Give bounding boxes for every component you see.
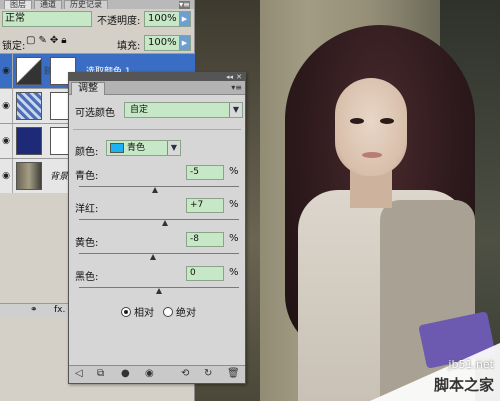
layer-thumbnail <box>16 162 42 190</box>
fx-button[interactable]: fx. <box>54 305 65 315</box>
watermark: jb51.net 脚本之家 <box>340 331 500 401</box>
adjustments-footer: ◁ ⧉ ● ◉ ⟲ ↻ 🗑︎ <box>69 365 245 383</box>
fill-label: 填充: <box>117 41 141 52</box>
opacity-value: 100% <box>148 13 177 24</box>
layer-thumbnail <box>16 127 42 155</box>
opacity-field[interactable]: 100% ▶ <box>144 11 191 27</box>
slider-label: 青色: <box>75 171 99 182</box>
slider-cyan: 青色: -5 % <box>69 165 247 201</box>
back-arrow-icon[interactable]: ◁ <box>75 368 83 379</box>
tab-layers[interactable]: 图层 <box>4 0 32 9</box>
slider-black: 黑色: 0 % <box>69 266 247 302</box>
delete-icon[interactable]: 🗑︎ <box>227 368 240 379</box>
chevron-down-icon[interactable]: ▼ <box>229 103 242 117</box>
lock-all-icon[interactable]: 🔒︎ <box>61 35 66 46</box>
close-icon[interactable]: ✕ <box>236 73 242 81</box>
slider-value-field[interactable]: 0 <box>186 266 224 281</box>
slider-magenta: 洋红: +7 % <box>69 198 247 234</box>
slider-value-field[interactable]: -8 <box>186 232 224 247</box>
opacity-label: 不透明度: <box>97 16 141 27</box>
adjustment-title: 可选颜色 <box>75 108 115 119</box>
visibility-eye-icon[interactable]: ◉ <box>145 368 154 379</box>
eye-icon[interactable]: ◉ <box>0 89 13 123</box>
preset-value: 自定 <box>130 105 149 115</box>
color-swatch <box>110 143 124 153</box>
watermark-text: 脚本之家 <box>433 376 494 394</box>
reset-icon[interactable]: ↻ <box>204 368 212 379</box>
colors-label: 颜色: <box>75 147 99 158</box>
slider-thumb[interactable] <box>161 220 168 226</box>
lock-label: 锁定: <box>2 41 26 52</box>
method-radio-group: 相对 绝对 <box>69 304 247 320</box>
layer-thumbnail <box>16 92 42 120</box>
divider <box>73 129 241 130</box>
chevron-down-icon[interactable]: ▶ <box>179 12 190 26</box>
slider-label: 黄色: <box>75 238 99 249</box>
panel-menu-icon[interactable]: ▾≡ <box>231 83 242 92</box>
slider-label: 洋红: <box>75 204 99 215</box>
collapse-icon[interactable]: ◂◂ <box>226 73 233 81</box>
slider-yellow: 黄色: -8 % <box>69 232 247 268</box>
chevron-down-icon[interactable]: ▶ <box>179 36 190 50</box>
photo-eye-right <box>380 118 394 124</box>
panel-menu-icon[interactable]: ▾≡ <box>179 1 190 9</box>
adjustment-layer-icon <box>16 57 42 85</box>
percent-unit: % <box>229 166 239 177</box>
photo-lips <box>362 152 382 158</box>
lock-transparent-icon[interactable]: ▢ <box>26 35 35 46</box>
percent-unit: % <box>229 199 239 210</box>
layers-panel-tabs: 图层 通道 历史记录 <box>0 0 194 9</box>
radio-absolute[interactable]: 绝对 <box>163 304 196 319</box>
expand-view-icon[interactable]: ⧉ <box>97 368 104 379</box>
radio-label: 绝对 <box>176 308 196 319</box>
layer-name: 背景 <box>50 172 69 182</box>
radio-dot[interactable] <box>121 306 131 317</box>
lock-icons: ▢ ✎ ✥ 🔒︎ <box>26 35 67 46</box>
photo-face <box>335 78 407 176</box>
tab-channels[interactable]: 通道 <box>34 0 62 9</box>
clip-to-layer-icon[interactable]: ● <box>121 368 130 379</box>
slider-value-field[interactable]: -5 <box>186 165 224 180</box>
link-layers-icon[interactable]: ⚭ <box>30 305 38 315</box>
adjustments-tabbar: 调整 ▾≡ <box>69 81 245 95</box>
slider-track[interactable] <box>79 253 239 254</box>
adjustments-titlebar[interactable]: ◂◂ ✕ <box>69 73 245 81</box>
eye-icon[interactable]: ◉ <box>0 124 13 158</box>
blend-mode-select[interactable]: 正常 <box>2 11 92 27</box>
slider-thumb[interactable] <box>156 288 162 294</box>
radio-label: 相对 <box>134 308 154 319</box>
slider-label: 黑色: <box>75 272 99 283</box>
previous-state-icon[interactable]: ⟲ <box>181 368 189 379</box>
percent-unit: % <box>229 267 239 278</box>
preset-select[interactable]: 自定 ▼ <box>124 102 243 118</box>
eye-icon[interactable]: ◉ <box>0 54 13 88</box>
radio-relative[interactable]: 相对 <box>121 304 154 319</box>
slider-thumb[interactable] <box>149 254 156 260</box>
photo-eye-left <box>350 118 364 124</box>
eye-icon[interactable]: ◉ <box>0 159 13 193</box>
percent-unit: % <box>229 233 239 244</box>
radio-dot[interactable] <box>163 306 173 317</box>
slider-thumb[interactable] <box>152 187 158 193</box>
slider-track[interactable] <box>79 186 239 187</box>
lock-move-icon[interactable]: ✥ <box>50 35 58 46</box>
slider-track[interactable] <box>79 219 239 220</box>
tab-adjustments[interactable]: 调整 <box>71 82 105 95</box>
colors-value: 青色 <box>127 143 146 153</box>
chevron-down-icon[interactable]: ▼ <box>167 141 180 155</box>
lock-paint-icon[interactable]: ✎ <box>38 35 46 46</box>
adjustments-panel: ◂◂ ✕ 调整 ▾≡ 可选颜色 自定 ▼ 颜色: 青色 ▼ 青色: -5 % 洋… <box>68 72 246 384</box>
colors-select[interactable]: 青色 ▼ <box>106 140 181 156</box>
tab-history[interactable]: 历史记录 <box>64 0 108 9</box>
fill-value: 100% <box>148 37 177 48</box>
slider-value-field[interactable]: +7 <box>186 198 224 213</box>
fill-field[interactable]: 100% ▶ <box>144 35 191 51</box>
watermark-url: jb51.net <box>448 358 494 371</box>
